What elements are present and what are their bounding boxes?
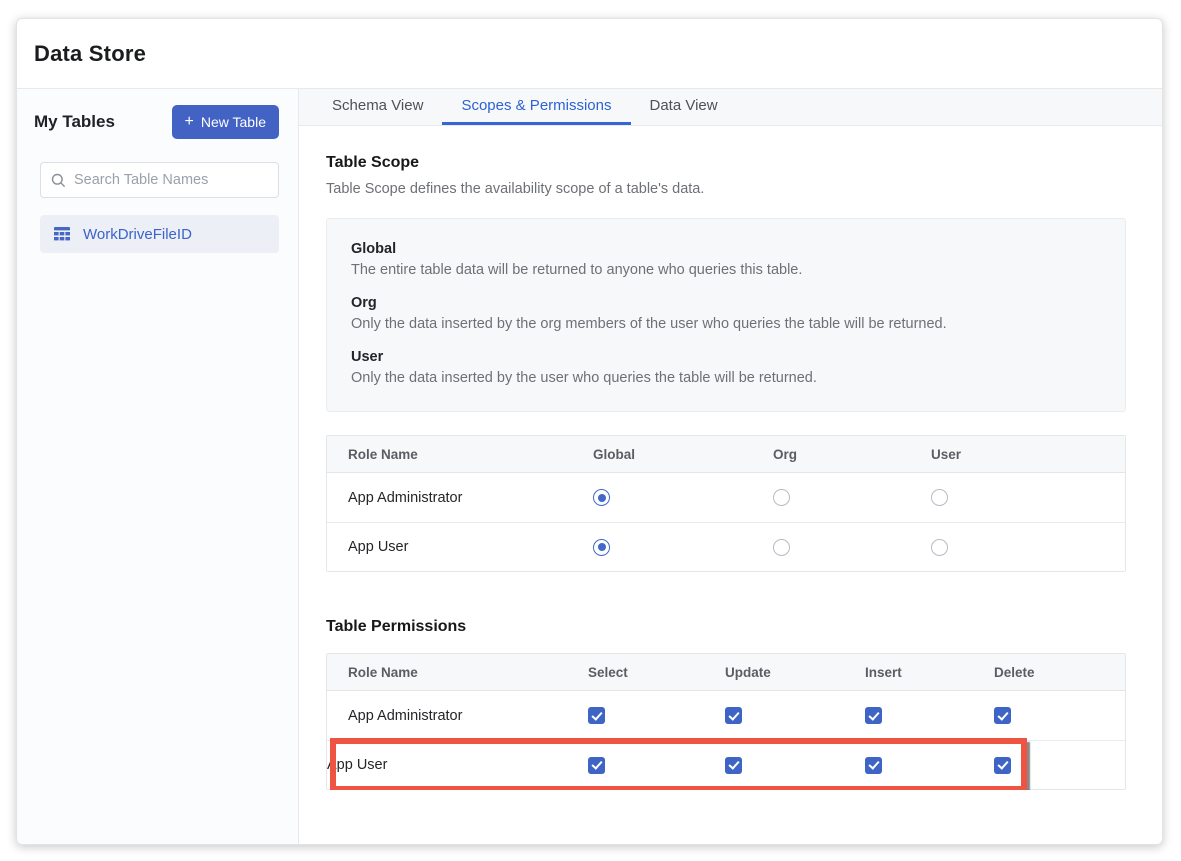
def-term-user: User [351,349,1101,365]
page-title: Data Store [34,41,146,67]
column-header-insert: Insert [865,665,994,680]
radio-user-app-user[interactable] [931,539,948,556]
column-header-select: Select [588,665,725,680]
def-text-global: The entire table data will be returned t… [351,262,1101,278]
scope-definitions-box: Global The entire table data will be ret… [326,218,1126,412]
def-text-user: Only the data inserted by the user who q… [351,370,1101,386]
def-text-org: Only the data inserted by the org member… [351,316,1101,332]
update-checkbox-app-administrator[interactable] [725,707,742,724]
search-input[interactable] [74,172,268,188]
table-row: App User [327,522,1125,571]
column-header-update: Update [725,665,865,680]
role-label: App User [327,539,593,555]
table-permissions-table: Role Name Select Update Insert Delete Ap… [326,653,1126,790]
def-term-global: Global [351,241,1101,257]
table-scope-description: Table Scope defines the availability sco… [326,181,1162,197]
column-header-delete: Delete [994,665,1125,680]
table-scope-table: Role Name Global Org User App Administra… [326,435,1126,572]
select-checkbox-app-administrator[interactable] [588,707,605,724]
table-row: App Administrator [327,691,1125,740]
tab-schema-view[interactable]: Schema View [313,89,442,125]
window-header: Data Store [17,19,1162,89]
update-checkbox-app-user[interactable] [725,757,742,774]
search-icon [51,173,66,188]
select-checkbox-app-user[interactable] [588,757,605,774]
new-table-button-label: New Table [201,114,266,130]
view-tabs: Schema View Scopes & Permissions Data Vi… [299,89,1162,126]
table-item-label: WorkDriveFileID [83,226,192,243]
insert-checkbox-app-administrator[interactable] [865,707,882,724]
tab-scopes-permissions[interactable]: Scopes & Permissions [442,89,630,125]
sidebar-item-workdrivefileid[interactable]: WorkDriveFileID [40,215,279,253]
sidebar-heading: My Tables [34,112,115,132]
table-row: App User [327,740,1125,789]
def-term-org: Org [351,295,1101,311]
delete-checkbox-app-user[interactable] [994,757,1011,774]
plus-icon: + [185,115,194,129]
column-header-user: User [931,447,1125,462]
role-label: App User [327,757,588,773]
column-header-role-name: Role Name [327,447,593,462]
table-scope-heading: Table Scope [326,154,1162,172]
new-table-button[interactable]: + New Table [172,105,279,139]
insert-checkbox-app-user[interactable] [865,757,882,774]
data-store-window: Data Store My Tables + New Table [16,18,1163,845]
table-icon [54,227,70,241]
radio-global-app-administrator[interactable] [593,489,610,506]
column-header-global: Global [593,447,773,462]
radio-org-app-user[interactable] [773,539,790,556]
table-permissions-heading: Table Permissions [326,618,1162,636]
table-row: App Administrator [327,473,1125,522]
radio-global-app-user[interactable] [593,539,610,556]
delete-checkbox-app-administrator[interactable] [994,707,1011,724]
tables-sidebar: My Tables + New Table [17,89,299,844]
radio-user-app-administrator[interactable] [931,489,948,506]
role-label: App Administrator [327,490,593,506]
radio-org-app-administrator[interactable] [773,489,790,506]
table-search[interactable] [40,162,279,198]
column-header-org: Org [773,447,931,462]
tab-data-view[interactable]: Data View [631,89,737,125]
role-label: App Administrator [327,708,588,724]
column-header-role-name: Role Name [327,665,588,680]
